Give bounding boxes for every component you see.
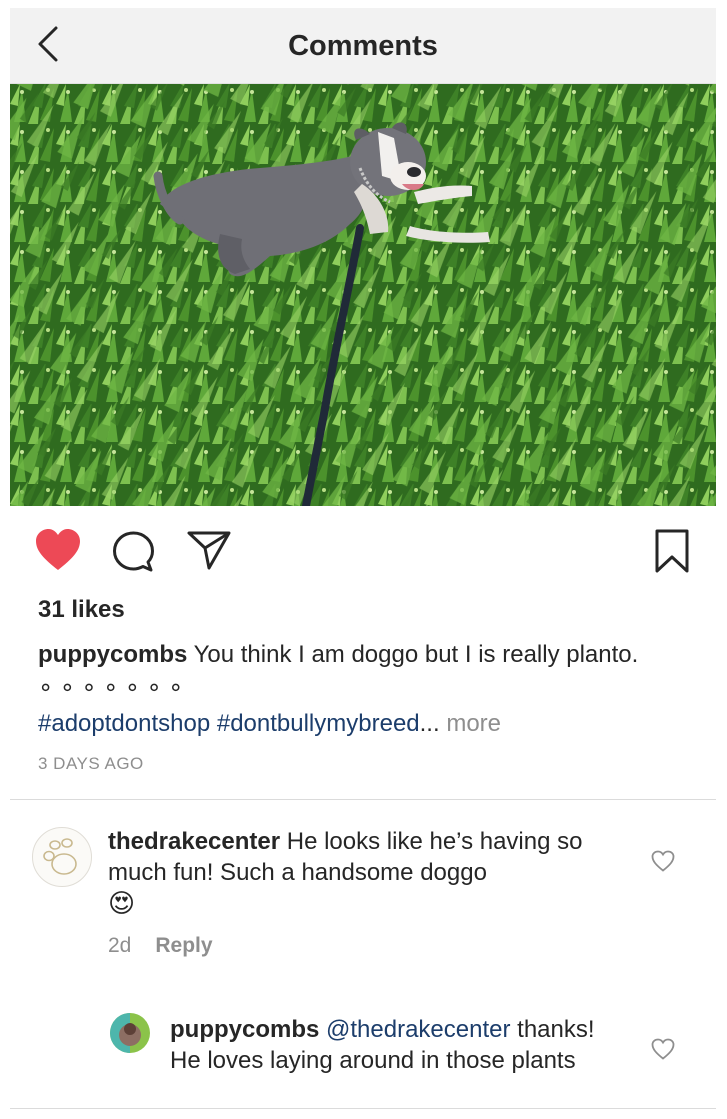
avatar[interactable] xyxy=(110,1013,150,1053)
comment-like-button[interactable] xyxy=(651,850,675,872)
comment-meta: 2d Reply xyxy=(108,934,213,958)
more-link[interactable]: more xyxy=(446,710,501,737)
bookmark-icon xyxy=(655,529,689,573)
like-count[interactable]: 31 likes xyxy=(38,596,125,624)
comment-username[interactable]: thedrakecenter xyxy=(108,828,280,855)
comment-button[interactable] xyxy=(110,530,156,574)
comment-icon xyxy=(113,531,154,572)
reply-button[interactable]: Reply xyxy=(155,934,212,957)
reply-username[interactable]: puppycombs xyxy=(170,1016,319,1043)
page-title: Comments xyxy=(288,30,438,62)
caption-username[interactable]: puppycombs xyxy=(38,641,187,668)
avatar[interactable] xyxy=(32,827,92,887)
dog-in-plants-image xyxy=(10,84,716,506)
post-photo[interactable] xyxy=(10,84,716,506)
user-photo-icon xyxy=(110,1013,150,1053)
post-action-bar xyxy=(10,506,716,596)
post-caption: puppycombs You think I am doggo but I is… xyxy=(38,638,658,704)
nav-header: Comments xyxy=(10,8,716,84)
heart-filled-icon xyxy=(36,529,80,570)
caption-ellipsis: ... xyxy=(419,710,440,737)
caption-hashtags: #adoptdontshop #dontbullymybreed... more xyxy=(38,707,501,740)
like-button[interactable] xyxy=(34,528,82,572)
post-timestamp: 3 DAYS AGO xyxy=(38,754,144,773)
comment-age: 2d xyxy=(108,934,132,957)
hashtag-link[interactable]: #dontbullymybreed xyxy=(217,710,420,737)
mention-link[interactable]: @thedrakecenter xyxy=(326,1016,510,1043)
comment-body: thedrakecenter He looks like he’s having… xyxy=(108,826,628,920)
divider xyxy=(10,799,716,800)
heart-outline-icon xyxy=(651,850,675,872)
heart-outline-icon xyxy=(651,1038,675,1060)
reply-like-button[interactable] xyxy=(651,1038,675,1060)
divider xyxy=(10,1108,716,1109)
share-button[interactable] xyxy=(186,528,232,572)
reply-body: puppycombs @thedrakecenter thanks! He lo… xyxy=(170,1014,610,1076)
save-button[interactable] xyxy=(652,528,692,574)
hashtag-link[interactable]: #adoptdontshop xyxy=(38,710,210,737)
comments-screen: Comments 31 likes puppycombs You think I… xyxy=(0,0,727,1119)
paw-logo-icon xyxy=(43,838,77,875)
heart-eyes-emoji: 😍 xyxy=(108,888,136,918)
paper-plane-icon xyxy=(187,531,231,570)
